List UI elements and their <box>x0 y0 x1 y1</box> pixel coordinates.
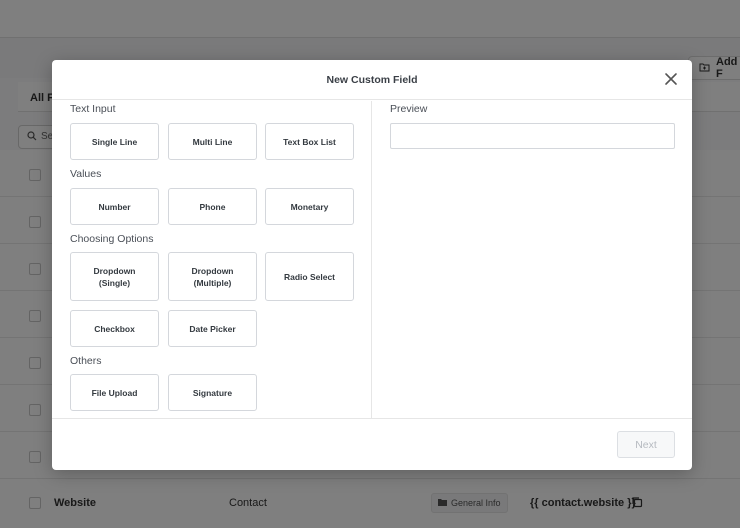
file-upload-button[interactable]: File Upload <box>70 374 159 411</box>
preview-field <box>390 123 675 149</box>
single-line-button[interactable]: Single Line <box>70 123 159 160</box>
date-picker-button[interactable]: Date Picker <box>168 310 257 347</box>
modal-title: New Custom Field <box>326 73 418 86</box>
modal-header: New Custom Field <box>52 60 692 100</box>
signature-button[interactable]: Signature <box>168 374 257 411</box>
checkbox-button[interactable]: Checkbox <box>70 310 159 347</box>
dropdown-multiple-button[interactable]: Dropdown (Multiple) <box>168 252 257 301</box>
number-button[interactable]: Number <box>70 188 159 225</box>
preview-label: Preview <box>390 103 428 115</box>
section-label-text-input: Text Input <box>70 103 116 115</box>
phone-button[interactable]: Phone <box>168 188 257 225</box>
multi-line-button[interactable]: Multi Line <box>168 123 257 160</box>
section-label-choosing-options: Choosing Options <box>70 233 154 245</box>
section-label-others: Others <box>70 355 102 367</box>
dropdown-single-button[interactable]: Dropdown (Single) <box>70 252 159 301</box>
modal-footer: Next <box>52 418 692 470</box>
field-types-pane: Text Input Single Line Multi Line Text B… <box>52 101 372 418</box>
monetary-button[interactable]: Monetary <box>265 188 354 225</box>
new-custom-field-modal: New Custom Field Text Input Single Line … <box>52 60 692 470</box>
close-icon[interactable] <box>662 70 680 88</box>
radio-select-button[interactable]: Radio Select <box>265 252 354 301</box>
text-box-list-button[interactable]: Text Box List <box>265 123 354 160</box>
preview-pane: Preview <box>372 101 692 418</box>
section-label-values: Values <box>70 168 102 180</box>
modal-body: Text Input Single Line Multi Line Text B… <box>52 101 692 418</box>
next-button[interactable]: Next <box>617 431 675 458</box>
